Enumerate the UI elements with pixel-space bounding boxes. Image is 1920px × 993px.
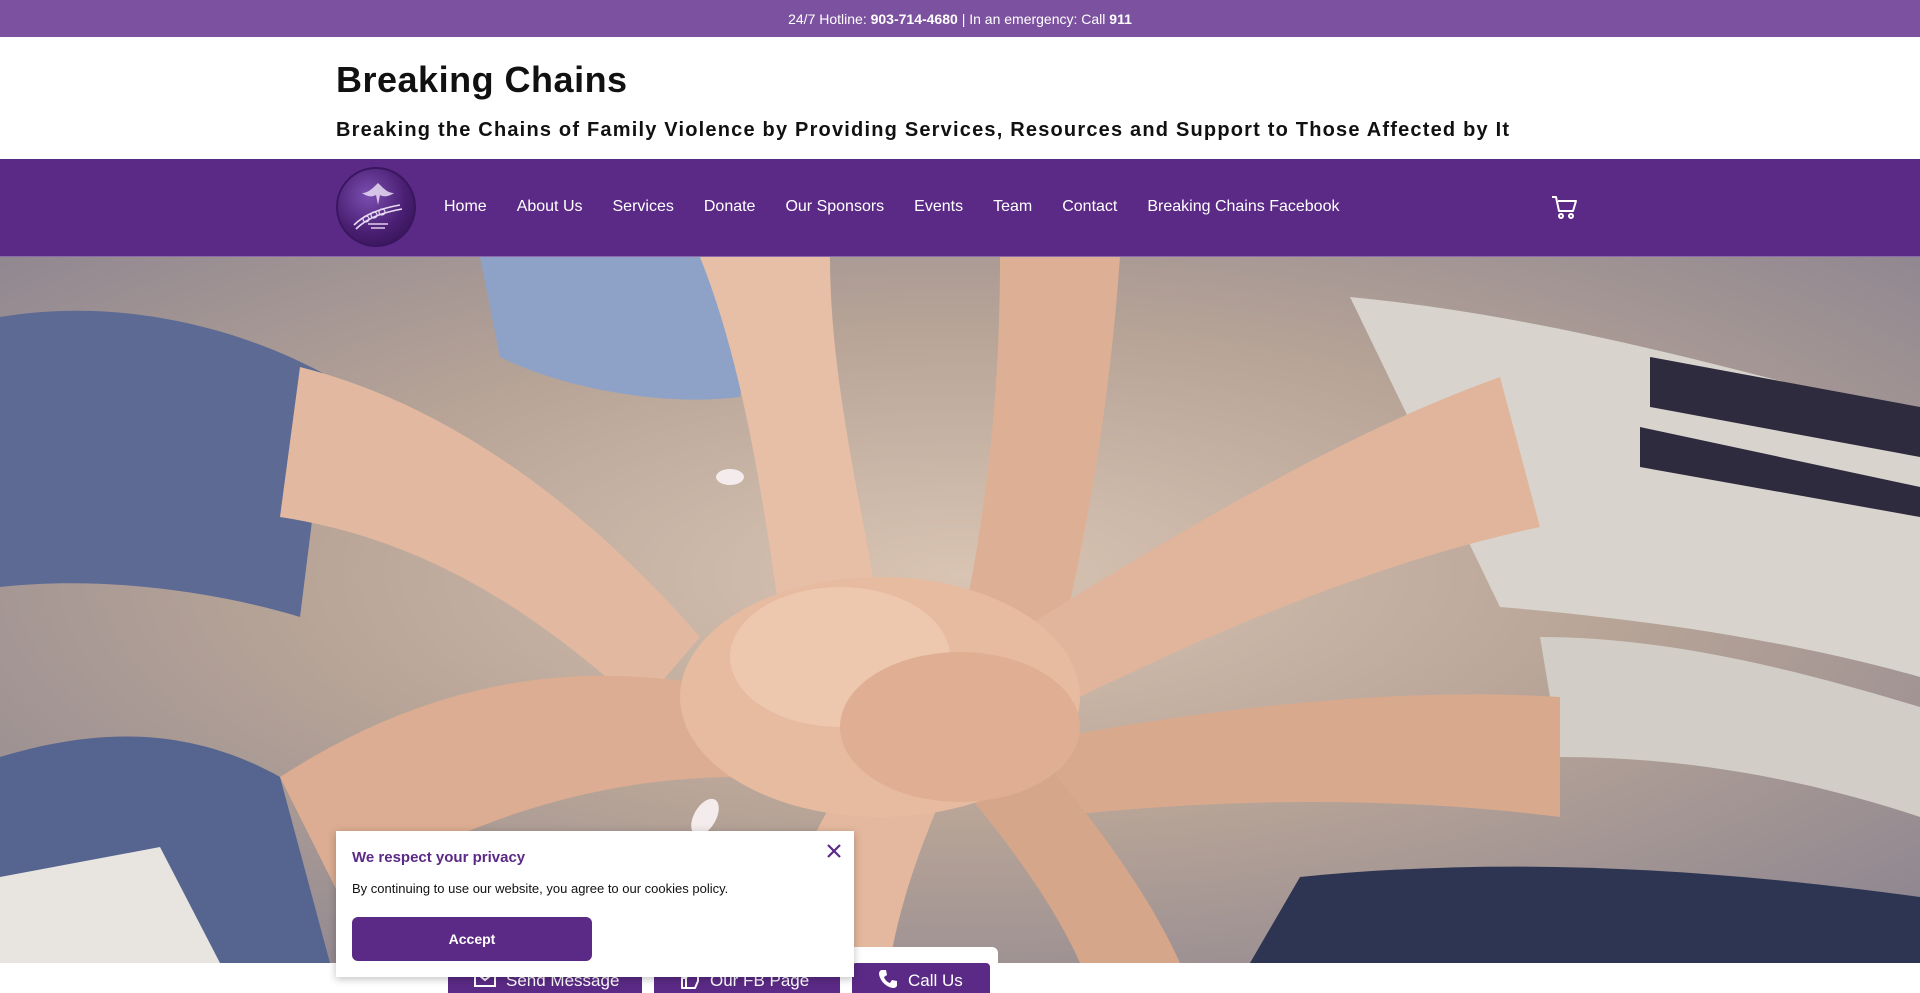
nav-our-sponsors[interactable]: Our Sponsors bbox=[785, 198, 884, 216]
emergency-number[interactable]: 911 bbox=[1109, 11, 1132, 27]
nav-team[interactable]: Team bbox=[993, 198, 1032, 216]
close-icon[interactable] bbox=[824, 841, 844, 861]
site-header: Breaking Chains Breaking the Chains of F… bbox=[0, 37, 1920, 159]
site-tagline: Breaking the Chains of Family Violence b… bbox=[336, 119, 1511, 141]
call-us-label: Call Us bbox=[908, 971, 963, 990]
accept-button[interactable]: Accept bbox=[352, 917, 592, 961]
nav-breaking-chains-facebook[interactable]: Breaking Chains Facebook bbox=[1147, 198, 1339, 216]
cookie-consent-popup: We respect your privacy By continuing to… bbox=[336, 831, 854, 977]
hotline-label: 24/7 Hotline: bbox=[788, 10, 867, 27]
hero-image bbox=[0, 257, 1920, 963]
cookie-title: We respect your privacy bbox=[352, 849, 526, 866]
site-title[interactable]: Breaking Chains bbox=[336, 59, 628, 101]
cart-icon[interactable] bbox=[1550, 193, 1578, 221]
cookie-text: By continuing to use our website, you ag… bbox=[352, 881, 729, 896]
hotline-number[interactable]: 903-714-4680 bbox=[871, 11, 958, 27]
emergency-label: In an emergency: Call bbox=[969, 10, 1106, 27]
hotline-bar: 24/7 Hotline: 903-714-4680 | In an emerg… bbox=[0, 0, 1920, 37]
call-us-button[interactable]: Call Us bbox=[852, 963, 990, 993]
nav-links: Home About Us Services Donate Our Sponso… bbox=[444, 159, 1369, 255]
nav-events[interactable]: Events bbox=[914, 198, 963, 216]
nav-about-us[interactable]: About Us bbox=[517, 198, 583, 216]
nav-contact[interactable]: Contact bbox=[1062, 198, 1117, 216]
separator: | bbox=[961, 10, 966, 27]
nav-services[interactable]: Services bbox=[613, 198, 674, 216]
nav-donate[interactable]: Donate bbox=[704, 198, 756, 216]
breaking-chains-logo[interactable] bbox=[336, 167, 416, 247]
main-nav: Home About Us Services Donate Our Sponso… bbox=[0, 159, 1920, 257]
nav-home[interactable]: Home bbox=[444, 198, 487, 216]
phone-icon bbox=[878, 969, 898, 993]
